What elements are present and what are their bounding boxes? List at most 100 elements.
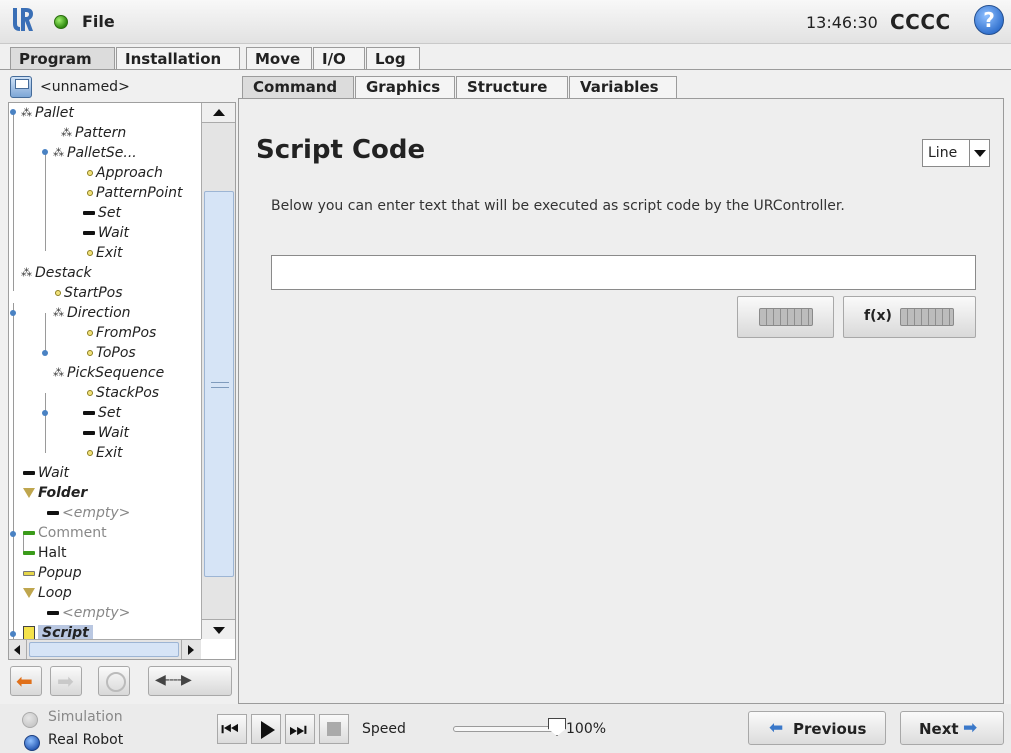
tree-node[interactable]: Wait (83, 423, 129, 443)
simulation-radio[interactable] (22, 712, 38, 728)
keyboard-button[interactable] (737, 296, 834, 338)
save-icon[interactable] (10, 76, 32, 98)
top-bar: File 13:46:30 CCCC ? (0, 0, 1011, 44)
tree-horizontal-scrollbar[interactable] (9, 639, 201, 659)
tree-node[interactable]: StackPos (87, 383, 159, 403)
expression-editor-button[interactable]: f(x) (843, 296, 976, 338)
set-icon (83, 211, 95, 215)
tree-node[interactable]: Folder (23, 483, 87, 503)
tree-node[interactable]: ⁂ Direction (53, 303, 131, 323)
expand-icon[interactable] (42, 149, 48, 155)
pallet-sequence-icon: ⁂ (53, 146, 64, 159)
tree-node[interactable]: ⁂ PickSequence (53, 363, 164, 383)
tab-move[interactable]: Move (246, 47, 312, 70)
previous-button[interactable]: ⬅ Previous (748, 711, 886, 745)
horizontal-scroll-thumb[interactable] (29, 642, 179, 657)
tree-node[interactable]: <empty> (47, 503, 130, 523)
tree-node[interactable]: ⁂ PalletSe... (53, 143, 137, 163)
waypoint-icon (87, 190, 93, 196)
script-description: Below you can enter text that will be ex… (271, 198, 845, 214)
expand-icon[interactable] (42, 350, 48, 356)
scroll-left-icon[interactable] (9, 640, 27, 659)
play-button[interactable] (251, 714, 281, 744)
tree-node[interactable]: Comment (23, 523, 107, 543)
tree-connector (13, 111, 14, 291)
tree-node[interactable]: Wait (83, 223, 129, 243)
waypoint-icon (87, 250, 93, 256)
tree-node[interactable]: ⁂ Destack (21, 263, 92, 283)
pattern-icon: ⁂ (61, 126, 72, 139)
tab-program[interactable]: Program (10, 47, 115, 70)
pallet-icon: ⁂ (21, 106, 32, 119)
tab-variables[interactable]: Variables (569, 76, 677, 98)
tree-toolbar (8, 666, 236, 700)
speed-slider-thumb[interactable] (548, 718, 566, 736)
move-node-button[interactable] (148, 666, 232, 696)
chevron-down-icon[interactable] (969, 140, 990, 166)
expand-icon[interactable] (10, 310, 16, 316)
stop-button[interactable] (319, 714, 349, 744)
next-button[interactable]: Next ➡ (900, 711, 1004, 745)
tree-vertical-scrollbar[interactable] (201, 103, 235, 639)
scroll-up-icon[interactable] (202, 103, 235, 123)
tree-node[interactable]: Loop (23, 583, 72, 603)
scroll-right-icon[interactable] (181, 640, 199, 659)
set-icon (83, 411, 95, 415)
tree-connector (13, 303, 14, 659)
tree-node[interactable]: Approach (87, 163, 163, 183)
tree-node[interactable]: Exit (87, 243, 123, 263)
scroll-thumb[interactable] (204, 191, 234, 577)
real-robot-radio[interactable] (24, 735, 40, 751)
scroll-down-icon[interactable] (202, 619, 235, 639)
tab-log[interactable]: Log (366, 47, 420, 70)
program-name: <unnamed> (40, 79, 130, 95)
tree-connector (45, 393, 46, 453)
script-mode-select[interactable]: Line (922, 139, 990, 167)
node-editor-panel: Command Graphics Structure Variables Scr… (238, 70, 1004, 704)
tree-node[interactable]: FromPos (87, 323, 156, 343)
expand-icon[interactable] (10, 631, 16, 637)
keyboard-icon (900, 308, 954, 326)
file-menu[interactable]: File (82, 12, 115, 31)
arrow-right-icon: ➡ (963, 718, 978, 738)
tree-node[interactable]: <empty> (47, 603, 130, 623)
tree-node[interactable]: Halt (23, 543, 67, 563)
robot-name: CCCC (890, 10, 951, 34)
wait-icon (83, 431, 95, 435)
expand-icon[interactable] (10, 531, 16, 537)
tree-node[interactable]: ⁂ Pallet (21, 103, 74, 123)
tab-installation[interactable]: Installation (116, 47, 240, 70)
tab-structure[interactable]: Structure (456, 76, 568, 98)
speed-slider[interactable] (453, 726, 563, 732)
tree-node[interactable]: PatternPoint (87, 183, 183, 203)
suppress-button[interactable] (98, 666, 130, 696)
undo-button[interactable] (10, 666, 42, 696)
clock: 13:46:30 (806, 13, 878, 32)
robot-status-icon (54, 15, 68, 29)
tab-command[interactable]: Command (242, 76, 354, 98)
tab-io[interactable]: I/O (313, 47, 365, 70)
tree-node[interactable]: ⁂ Pattern (61, 123, 126, 143)
tree-node[interactable]: Set (83, 203, 121, 223)
tree-node[interactable]: Exit (87, 443, 123, 463)
next-label: Next (919, 720, 959, 738)
pick-sequence-icon: ⁂ (53, 366, 64, 379)
expand-icon[interactable] (42, 410, 48, 416)
script-code-input[interactable] (271, 255, 976, 290)
help-button[interactable]: ? (974, 5, 1004, 35)
waypoint-icon (55, 290, 61, 296)
tree-node[interactable]: Wait (23, 463, 69, 483)
program-tree: ⁂ Pallet ⁂ Pattern ⁂ PalletSe... Approach P… (8, 102, 236, 660)
tree-node[interactable]: StartPos (55, 283, 123, 303)
tab-graphics[interactable]: Graphics (355, 76, 455, 98)
main-tabs: Program Installation Move I/O Log (0, 45, 1011, 70)
step-button[interactable] (285, 714, 315, 744)
rewind-button[interactable] (217, 714, 247, 744)
program-header: <unnamed> (8, 76, 236, 102)
tree-node[interactable]: Set (83, 403, 121, 423)
halt-icon (23, 551, 35, 555)
redo-button[interactable] (50, 666, 82, 696)
expand-icon[interactable] (10, 109, 16, 115)
tree-node[interactable]: ToPos (87, 343, 136, 363)
tree-node[interactable]: Popup (23, 563, 82, 583)
